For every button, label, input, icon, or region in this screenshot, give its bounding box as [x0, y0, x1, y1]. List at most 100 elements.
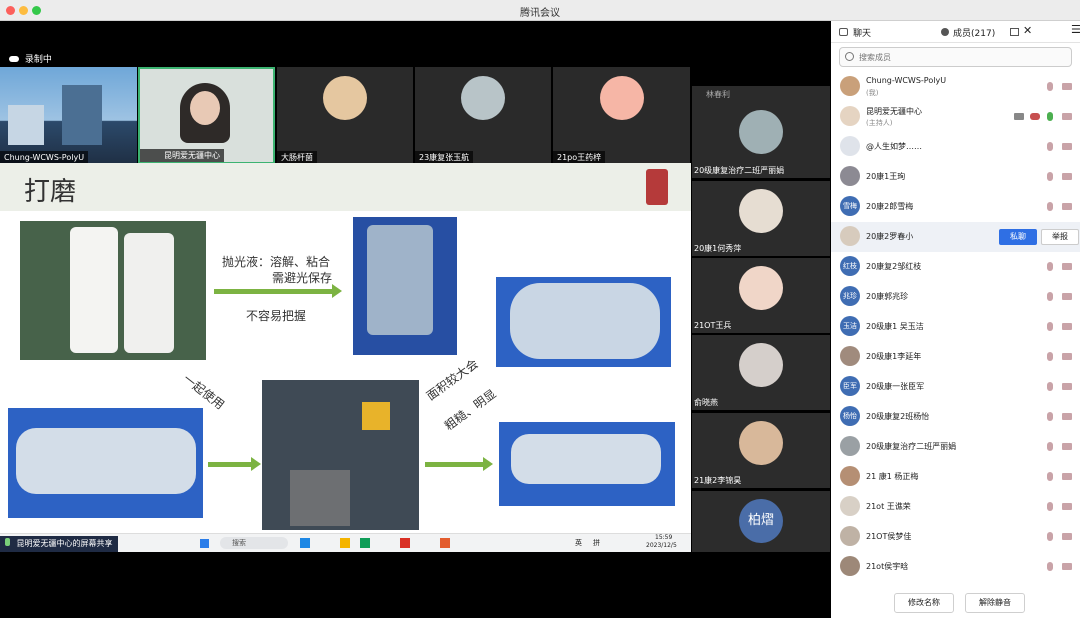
camera-off-icon[interactable] [1062, 83, 1072, 90]
video-tile[interactable]: Chung-WCWS-PolyU [0, 67, 137, 164]
participant-name: 林春利 [706, 90, 730, 99]
search-icon [845, 52, 854, 61]
camera-off-icon[interactable] [1062, 293, 1072, 300]
camera-off-icon[interactable] [1062, 173, 1072, 180]
mic-muted-icon[interactable] [1047, 382, 1053, 391]
taskbar-app-icon[interactable] [360, 538, 370, 548]
video-tile[interactable]: 21po王药梓 [553, 67, 690, 164]
taskbar-app-icon[interactable] [440, 538, 450, 548]
avatar: 雪梅 [840, 196, 860, 216]
member-row[interactable]: 21OT侯梦佳 [831, 522, 1080, 552]
mic-muted-icon[interactable] [1047, 112, 1053, 121]
member-search[interactable] [839, 47, 1072, 67]
mic-muted-icon[interactable] [1047, 142, 1053, 151]
member-row[interactable]: 昆明爱无疆中心 (主持人) [831, 102, 1080, 132]
member-row[interactable]: @人生如梦…… [831, 132, 1080, 162]
member-row[interactable]: 兆珍 20康郭兆珍 [831, 282, 1080, 312]
screen-share-bar[interactable]: 昆明爱无疆中心的屏幕共享 [0, 536, 118, 552]
camera-off-icon[interactable] [1062, 503, 1072, 510]
video-tile-active[interactable]: 昆明爱无疆中心 [138, 67, 275, 164]
camera-off-icon[interactable] [1062, 113, 1072, 120]
menu-icon[interactable]: ☰ [1071, 23, 1080, 36]
mic-icon [5, 538, 10, 546]
mic-muted-icon[interactable] [1047, 502, 1053, 511]
camera-off-icon[interactable] [1062, 413, 1072, 420]
avatar [840, 166, 860, 186]
camera-off-icon[interactable] [1062, 443, 1072, 450]
slide-text: 粗糙、明显 [441, 386, 499, 434]
member-row[interactable]: 玉洁 20级康1 吴玉洁 [831, 312, 1080, 342]
member-row[interactable]: 杨怡 20级康复2班杨怡 [831, 402, 1080, 432]
report-button[interactable]: 举报 [1041, 229, 1079, 245]
video-tile[interactable]: 俞晓燕 [692, 335, 830, 410]
mic-muted-icon[interactable] [1047, 352, 1053, 361]
member-row[interactable]: 21ot侯宇晗 [831, 552, 1080, 582]
private-chat-button[interactable]: 私聊 [999, 229, 1037, 245]
member-name: 20康2罗春小 [866, 232, 914, 241]
mic-muted-icon[interactable] [1047, 472, 1053, 481]
camera-off-icon[interactable] [1062, 263, 1072, 270]
member-row[interactable]: 21 康1 杨正梅 [831, 462, 1080, 492]
mic-muted-icon[interactable] [1047, 322, 1053, 331]
member-row[interactable]: 20级康1李延年 [831, 342, 1080, 372]
member-row[interactable]: 20康1王珣 [831, 162, 1080, 192]
splint-photo [8, 408, 203, 518]
tab-chat[interactable]: 聊天 [853, 26, 871, 39]
mic-muted-icon[interactable] [1047, 82, 1053, 91]
mic-muted-icon[interactable] [1047, 172, 1053, 181]
camera-off-icon[interactable] [1062, 323, 1072, 330]
close-icon[interactable]: ✕ [1023, 24, 1032, 37]
mic-muted-icon[interactable] [1047, 292, 1053, 301]
unmute-button[interactable]: 解除静音 [965, 593, 1025, 613]
camera-off-icon[interactable] [1062, 383, 1072, 390]
video-tile[interactable]: 23康复张玉航 [415, 67, 551, 164]
video-tile[interactable]: 大肠杆菌 [277, 67, 413, 164]
taskbar-app-icon[interactable] [300, 538, 310, 548]
avatar [840, 436, 860, 456]
mic-muted-icon[interactable] [1047, 532, 1053, 541]
members-icon [941, 28, 949, 36]
mic-muted-icon[interactable] [1047, 562, 1053, 571]
member-row[interactable]: 20级康复治疗二班严丽娟 [831, 432, 1080, 462]
video-tile[interactable]: 林春利 20级康复治疗二班严丽娟 [692, 86, 830, 178]
slide-title: 打磨 [24, 177, 77, 207]
mic-muted-icon[interactable] [1047, 412, 1053, 421]
window-title: 腾讯会议 [520, 8, 560, 19]
member-row[interactable]: 红枝 20康复2邹红枝 [831, 252, 1080, 282]
popout-icon[interactable] [1010, 28, 1019, 36]
video-tile[interactable]: 21康2李锦昊 [692, 413, 830, 488]
camera-off-icon[interactable] [1062, 533, 1072, 540]
member-row[interactable]: Chung-WCWS-PolyU (我) [831, 72, 1080, 102]
input-method[interactable]: 拼 [593, 538, 600, 548]
avatar [840, 76, 860, 96]
video-tile[interactable]: 柏熠 [692, 491, 830, 552]
camera-off-icon[interactable] [1062, 473, 1072, 480]
mic-muted-icon[interactable] [1047, 262, 1053, 271]
recording-label: 录制中 [24, 55, 52, 65]
record-icon [1030, 113, 1040, 120]
taskbar-app-icon[interactable] [400, 538, 410, 548]
video-tile[interactable]: 20康1何秀萍 [692, 181, 830, 256]
input-lang[interactable]: 英 [575, 538, 582, 548]
member-name: 21ot侯宇晗 [866, 562, 909, 571]
mic-muted-icon[interactable] [1047, 202, 1053, 211]
camera-off-icon[interactable] [1062, 563, 1072, 570]
mic-muted-icon[interactable] [1047, 442, 1053, 451]
camera-off-icon[interactable] [1062, 203, 1072, 210]
video-tile[interactable]: 21OT王兵 [692, 258, 830, 333]
member-row[interactable]: 21ot 王谯荣 [831, 492, 1080, 522]
camera-off-icon[interactable] [1062, 353, 1072, 360]
member-row[interactable]: 20康2罗春小 私聊 举报 [831, 222, 1080, 252]
member-row[interactable]: 臣军 20级康一张臣军 [831, 372, 1080, 402]
slide-text: 需避光保存 [272, 271, 333, 285]
tab-members[interactable]: 成员(217) [953, 26, 995, 39]
taskbar-app-icon[interactable] [340, 538, 350, 548]
taskbar-search[interactable]: 搜索 [220, 537, 288, 549]
member-row[interactable]: 雪梅 20康2郎雪梅 [831, 192, 1080, 222]
camera-off-icon[interactable] [1062, 143, 1072, 150]
windows-start-icon[interactable] [200, 539, 209, 548]
building-photo [62, 85, 102, 145]
avatar [840, 226, 860, 246]
rename-button[interactable]: 修改名称 [894, 593, 954, 613]
search-input[interactable] [859, 50, 1059, 64]
